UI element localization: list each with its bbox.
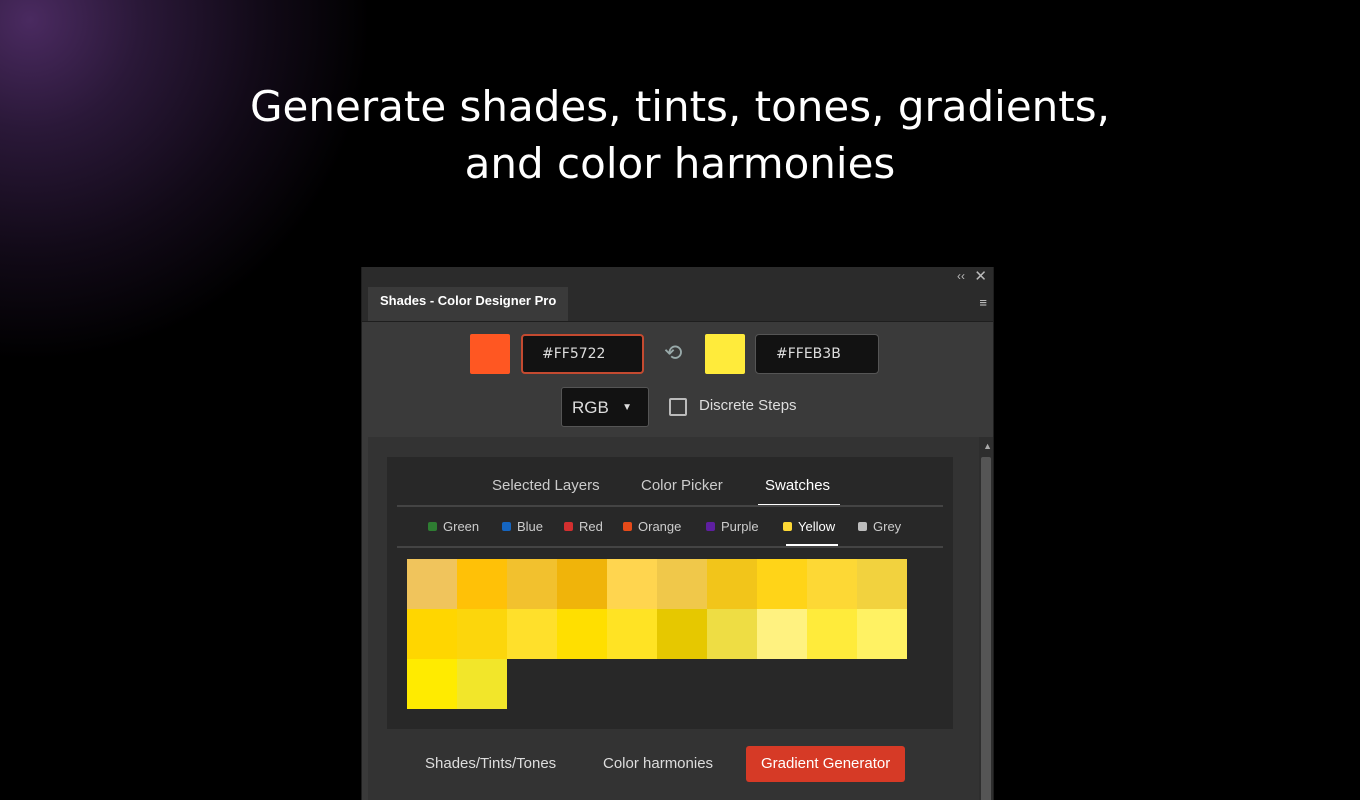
swatch-cell[interactable] <box>707 559 757 609</box>
end-color-swatch[interactable] <box>705 334 745 374</box>
hamburger-menu-icon[interactable]: ≡ <box>979 295 987 310</box>
blue-dot-icon <box>502 522 511 531</box>
swatch-cell[interactable] <box>607 609 657 659</box>
swatch-cell[interactable] <box>557 559 607 609</box>
swatch-cell[interactable] <box>507 559 557 609</box>
swatch-cell[interactable] <box>857 609 907 659</box>
category-red[interactable]: Red <box>564 519 603 534</box>
discrete-steps-label: Discrete Steps <box>699 397 797 414</box>
vertical-scrollbar[interactable]: ▲ <box>979 437 993 800</box>
panel-tab-row: Shades - Color Designer Pro ≡ <box>362 287 993 322</box>
swatch-source-card: Selected Layers Color Picker Swatches Gr… <box>387 457 953 729</box>
grey-dot-icon <box>858 522 867 531</box>
scroll-up-icon[interactable]: ▲ <box>983 441 992 451</box>
headline: Generate shades, tints, tones, gradients… <box>0 78 1360 192</box>
category-grey[interactable]: Grey <box>858 519 901 534</box>
green-dot-icon <box>428 522 437 531</box>
swatch-cell[interactable] <box>807 609 857 659</box>
tab-swatches[interactable]: Swatches <box>765 477 830 494</box>
tab-selected-layers[interactable]: Selected Layers <box>492 477 600 494</box>
color-controls: #FF5722 ⟲ #FFEB3B RGB ▼ Discrete Steps <box>362 322 993 437</box>
swatch-cell[interactable] <box>407 609 457 659</box>
category-blue[interactable]: Blue <box>502 519 543 534</box>
purple-dot-icon <box>706 522 715 531</box>
tab-color-harmonies[interactable]: Color harmonies <box>603 746 713 782</box>
category-purple[interactable]: Purple <box>706 519 759 534</box>
swatch-cell[interactable] <box>857 559 907 609</box>
category-orange[interactable]: Orange <box>623 519 681 534</box>
end-hex-input[interactable]: #FFEB3B <box>755 334 879 374</box>
category-green[interactable]: Green <box>428 519 479 534</box>
swatch-cell[interactable] <box>807 559 857 609</box>
swatch-cell[interactable] <box>457 659 507 709</box>
discrete-steps-checkbox[interactable] <box>669 398 687 416</box>
swatch-cell[interactable] <box>457 609 507 659</box>
swatch-cell[interactable] <box>607 559 657 609</box>
panel-topbar: ‹‹ ✕ <box>362 267 993 287</box>
swatch-cell[interactable] <box>507 609 557 659</box>
content-scroll-region[interactable]: ▲ Selected Layers Color Picker Swatches … <box>368 437 993 800</box>
category-divider <box>397 546 943 548</box>
swatch-cell[interactable] <box>407 659 457 709</box>
tab-shades-tints-tones[interactable]: Shades/Tints/Tones <box>425 746 556 782</box>
panel-title-tab[interactable]: Shades - Color Designer Pro <box>368 287 569 321</box>
orange-dot-icon <box>623 522 632 531</box>
caret-down-icon: ▼ <box>622 402 632 413</box>
swatch-cell[interactable] <box>657 559 707 609</box>
start-color-swatch[interactable] <box>470 334 510 374</box>
swatch-cell[interactable] <box>457 559 507 609</box>
yellow-dot-icon <box>783 522 792 531</box>
swatch-cell[interactable] <box>407 559 457 609</box>
close-icon[interactable]: ✕ <box>974 267 987 285</box>
tab-gradient-generator[interactable]: Gradient Generator <box>746 746 906 782</box>
tab-color-picker[interactable]: Color Picker <box>641 477 723 494</box>
panel-body: #FF5722 ⟲ #FFEB3B RGB ▼ Discrete Steps ▲… <box>362 322 993 800</box>
headline-line-2: and color harmonies <box>464 139 896 188</box>
swatch-cell[interactable] <box>557 609 607 659</box>
color-mode-select[interactable]: RGB ▼ <box>561 387 649 427</box>
scrollbar-thumb[interactable] <box>981 457 991 800</box>
plugin-panel: ‹‹ ✕ Shades - Color Designer Pro ≡ #FF57… <box>361 267 994 800</box>
double-chevron-left-icon[interactable]: ‹‹ <box>957 269 965 283</box>
color-mode-value: RGB <box>572 398 609 417</box>
headline-line-1: Generate shades, tints, tones, gradients… <box>250 82 1110 131</box>
swatch-cell[interactable] <box>657 609 707 659</box>
swap-arrows-icon[interactable]: ⟲ <box>664 340 682 366</box>
category-yellow[interactable]: Yellow <box>783 519 835 534</box>
swatch-cell[interactable] <box>757 609 807 659</box>
red-dot-icon <box>564 522 573 531</box>
start-hex-input[interactable]: #FF5722 <box>521 334 644 374</box>
swatch-cell[interactable] <box>707 609 757 659</box>
swatch-cell[interactable] <box>757 559 807 609</box>
source-tabs-divider <box>397 505 943 507</box>
